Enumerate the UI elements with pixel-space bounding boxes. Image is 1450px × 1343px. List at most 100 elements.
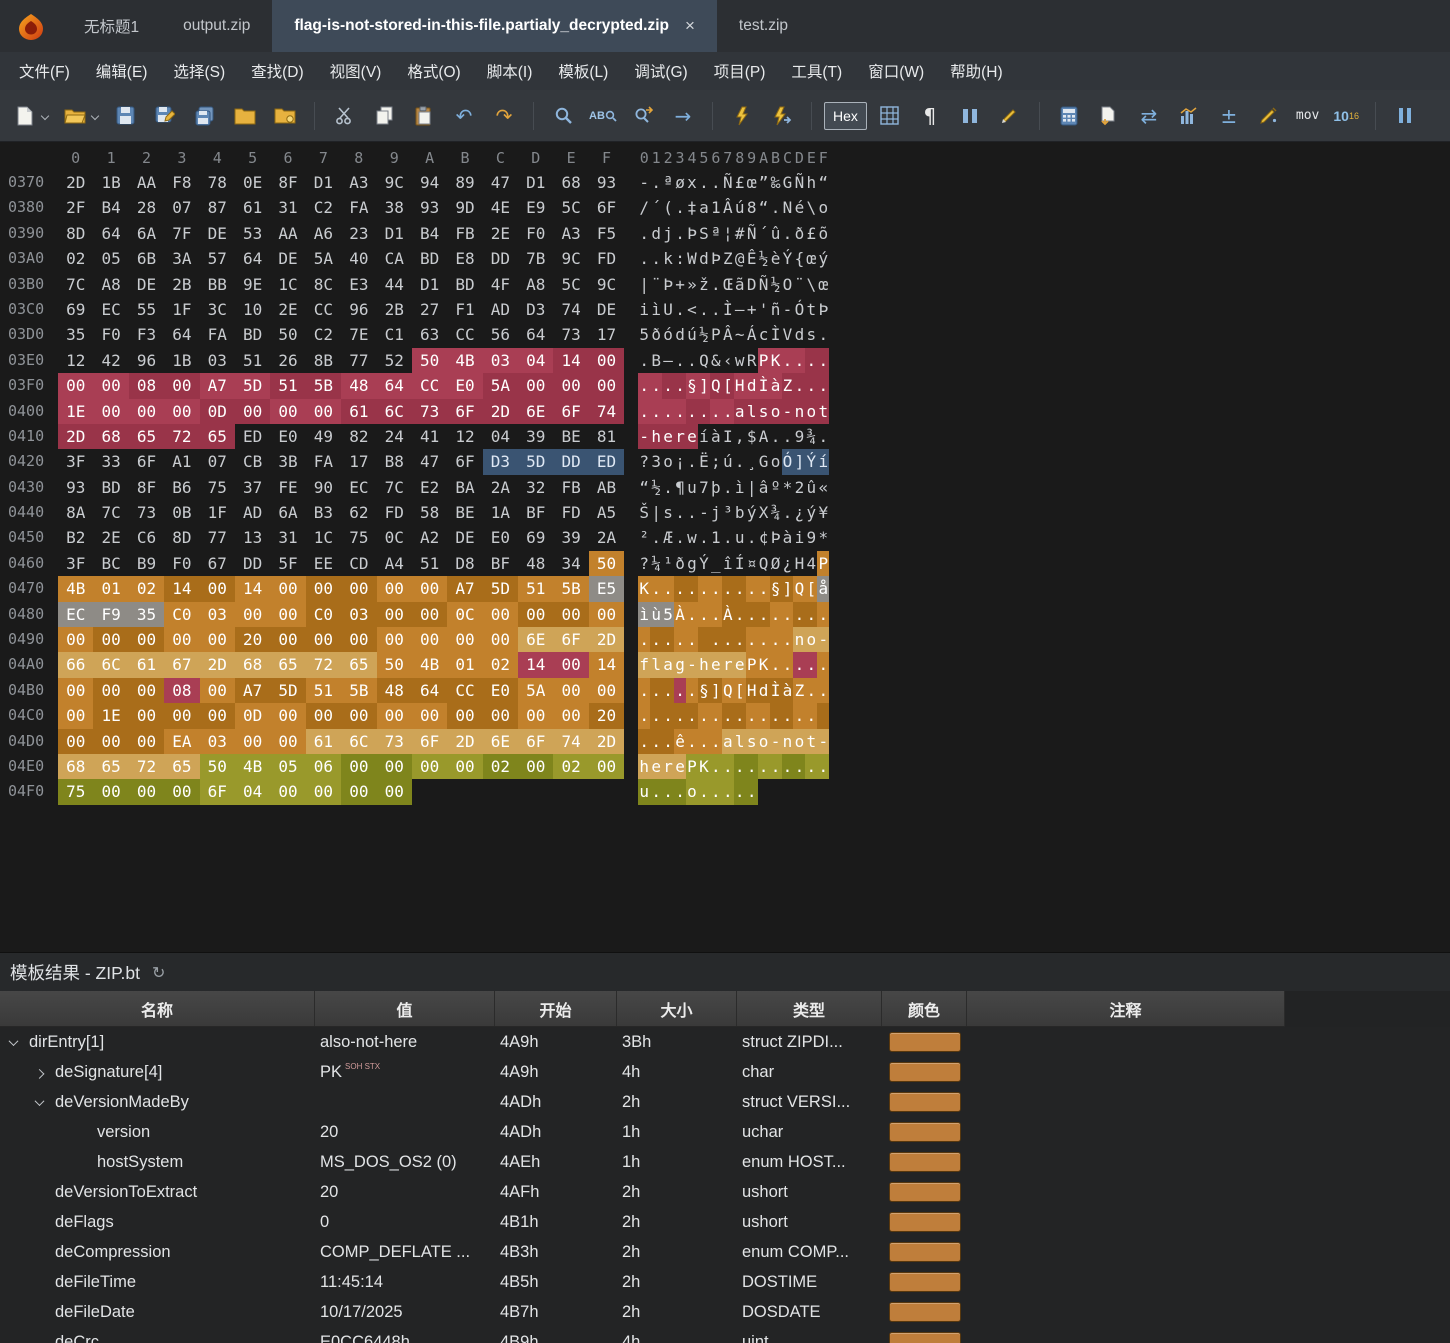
hex-byte[interactable]: 1C xyxy=(270,272,305,297)
hex-byte[interactable]: 50 xyxy=(199,753,235,780)
hex-byte[interactable]: 20 xyxy=(234,627,271,653)
template-row-deCompression[interactable]: deCompression COMP_DEFLATE ... 4B3h 2h enum … xyxy=(0,1237,1285,1267)
hex-char[interactable]: | xyxy=(650,500,662,525)
hex-char[interactable]: à xyxy=(782,525,794,550)
hex-byte[interactable]: 00 xyxy=(164,398,200,424)
hex-char[interactable]: I xyxy=(722,424,734,449)
hex-char[interactable]: K xyxy=(697,753,710,780)
hex-char[interactable]: À xyxy=(721,601,734,628)
hex-char[interactable]: œ xyxy=(805,246,817,271)
hex-char[interactable]: . xyxy=(782,221,794,246)
hex-char[interactable]: . xyxy=(805,703,818,729)
hex-char[interactable]: . xyxy=(686,348,698,373)
hex-byte[interactable]: 24 xyxy=(377,424,412,449)
hex-char[interactable]: å xyxy=(817,576,830,602)
hex-byte[interactable]: 00 xyxy=(270,703,306,729)
hex-char[interactable]: . xyxy=(721,627,734,653)
hex-char[interactable]: ] xyxy=(709,677,722,704)
hex-byte[interactable]: 00 xyxy=(270,779,306,805)
hex-char[interactable]: ú xyxy=(722,449,734,474)
hex-byte[interactable]: 00 xyxy=(164,627,200,653)
hex-char[interactable]: * xyxy=(782,475,794,500)
hex-char[interactable]: l xyxy=(733,728,746,754)
hex-char[interactable]: [ xyxy=(733,677,746,704)
hex-byte[interactable]: 75 xyxy=(58,779,94,805)
hex-byte[interactable]: E8 xyxy=(447,246,482,271)
menu-item[interactable]: 编辑(E) xyxy=(83,60,161,82)
template-row-deFileTime[interactable]: deFileTime 11:45:14 4B5h 2h DOSTIME xyxy=(0,1267,1285,1297)
hex-char[interactable]: . xyxy=(650,703,663,729)
hex-byte[interactable]: 90 xyxy=(306,475,341,500)
menu-item[interactable]: 脚本(I) xyxy=(474,60,546,82)
hex-byte[interactable]: 6F xyxy=(447,449,482,474)
hex-char[interactable]: a xyxy=(733,398,746,424)
hex-char[interactable]: Þ xyxy=(817,297,829,322)
hex-char[interactable]: + xyxy=(746,297,758,322)
hex-byte[interactable]: 7C xyxy=(377,475,412,500)
hex-byte[interactable]: 00 xyxy=(270,728,306,754)
column-header-7[interactable]: 注释 xyxy=(967,991,1285,1026)
hex-char[interactable]: r xyxy=(674,423,686,450)
hex-char[interactable]: ã xyxy=(734,272,746,297)
hex-byte[interactable]: 68 xyxy=(234,652,271,678)
hex-char[interactable]: . xyxy=(781,601,794,628)
hex-char[interactable]: ¦ xyxy=(722,221,734,246)
column-header-3[interactable]: 开始 xyxy=(495,991,617,1026)
hex-byte[interactable]: 03 xyxy=(199,728,235,754)
hex-char[interactable]: d xyxy=(793,322,805,347)
hex-char[interactable]: _ xyxy=(710,551,722,576)
hex-char[interactable]: H xyxy=(793,551,805,576)
hex-char[interactable]: G xyxy=(758,449,770,474)
hex-byte[interactable]: 14 xyxy=(164,576,200,602)
hex-char[interactable]: + xyxy=(674,272,686,297)
hex-byte[interactable]: 1E xyxy=(93,703,129,729)
hex-byte[interactable]: 5A xyxy=(482,373,519,399)
hex-char[interactable]: þ xyxy=(710,475,722,500)
hex-byte[interactable]: 48 xyxy=(518,551,553,576)
hex-char[interactable]: ‰ xyxy=(770,170,782,195)
hex-char[interactable]: 9 xyxy=(805,525,817,550)
hex-byte[interactable]: 50 xyxy=(411,347,448,374)
hex-char[interactable]: u xyxy=(686,475,698,500)
hex-char[interactable]: Q xyxy=(709,373,722,399)
hex-char[interactable]: . xyxy=(638,703,651,729)
hex-byte[interactable]: 00 xyxy=(164,373,200,399)
menu-item[interactable]: 模板(L) xyxy=(545,60,621,82)
hex-char[interactable]: Ñ xyxy=(758,272,770,297)
hex-byte[interactable]: DE xyxy=(270,246,305,271)
hex-byte[interactable]: CC xyxy=(447,677,483,704)
hex-byte[interactable]: BD xyxy=(235,322,270,347)
hex-byte[interactable]: 7C xyxy=(58,272,93,297)
hex-char[interactable]: e xyxy=(650,753,663,780)
hex-byte[interactable]: B9 xyxy=(129,551,164,576)
hex-byte[interactable]: 5A xyxy=(306,246,341,271)
hex-char[interactable]: ½ xyxy=(770,272,782,297)
find-button[interactable] xyxy=(546,99,580,133)
hex-char[interactable]: ù xyxy=(650,601,663,628)
hex-char[interactable]: d xyxy=(745,373,758,399)
hex-byte[interactable]: 17 xyxy=(341,449,376,474)
hex-char[interactable]: d xyxy=(757,677,770,704)
hex-byte[interactable]: 68 xyxy=(553,170,588,195)
hex-byte[interactable]: 0E xyxy=(235,170,270,195)
hex-char[interactable]: 2 xyxy=(793,475,805,500)
hex-byte[interactable]: 8F xyxy=(270,170,305,195)
hex-char[interactable]: k xyxy=(662,246,674,271)
hex-char[interactable]: Ì xyxy=(769,677,782,704)
hex-byte[interactable]: 7E xyxy=(341,322,376,347)
hex-byte[interactable]: CD xyxy=(341,551,376,576)
hex-char[interactable]: ð xyxy=(650,322,662,347)
hex-char[interactable]: . xyxy=(745,601,758,628)
hex-char[interactable]: . xyxy=(769,601,782,628)
hex-byte[interactable]: 07 xyxy=(164,195,199,220)
hex-byte[interactable]: CC xyxy=(411,373,448,399)
hex-char[interactable]: Þ xyxy=(662,272,674,297)
hex-byte[interactable]: 00 xyxy=(234,728,271,754)
hex-char[interactable]: # xyxy=(734,221,746,246)
hex-char[interactable]: ] xyxy=(781,576,794,602)
hex-char[interactable]: . xyxy=(686,677,698,704)
hex-char[interactable]: ¾ xyxy=(770,500,782,525)
hex-byte[interactable]: 6E xyxy=(482,728,519,754)
hex-char[interactable]: o xyxy=(805,627,818,653)
hex-char[interactable]: P xyxy=(686,753,698,780)
